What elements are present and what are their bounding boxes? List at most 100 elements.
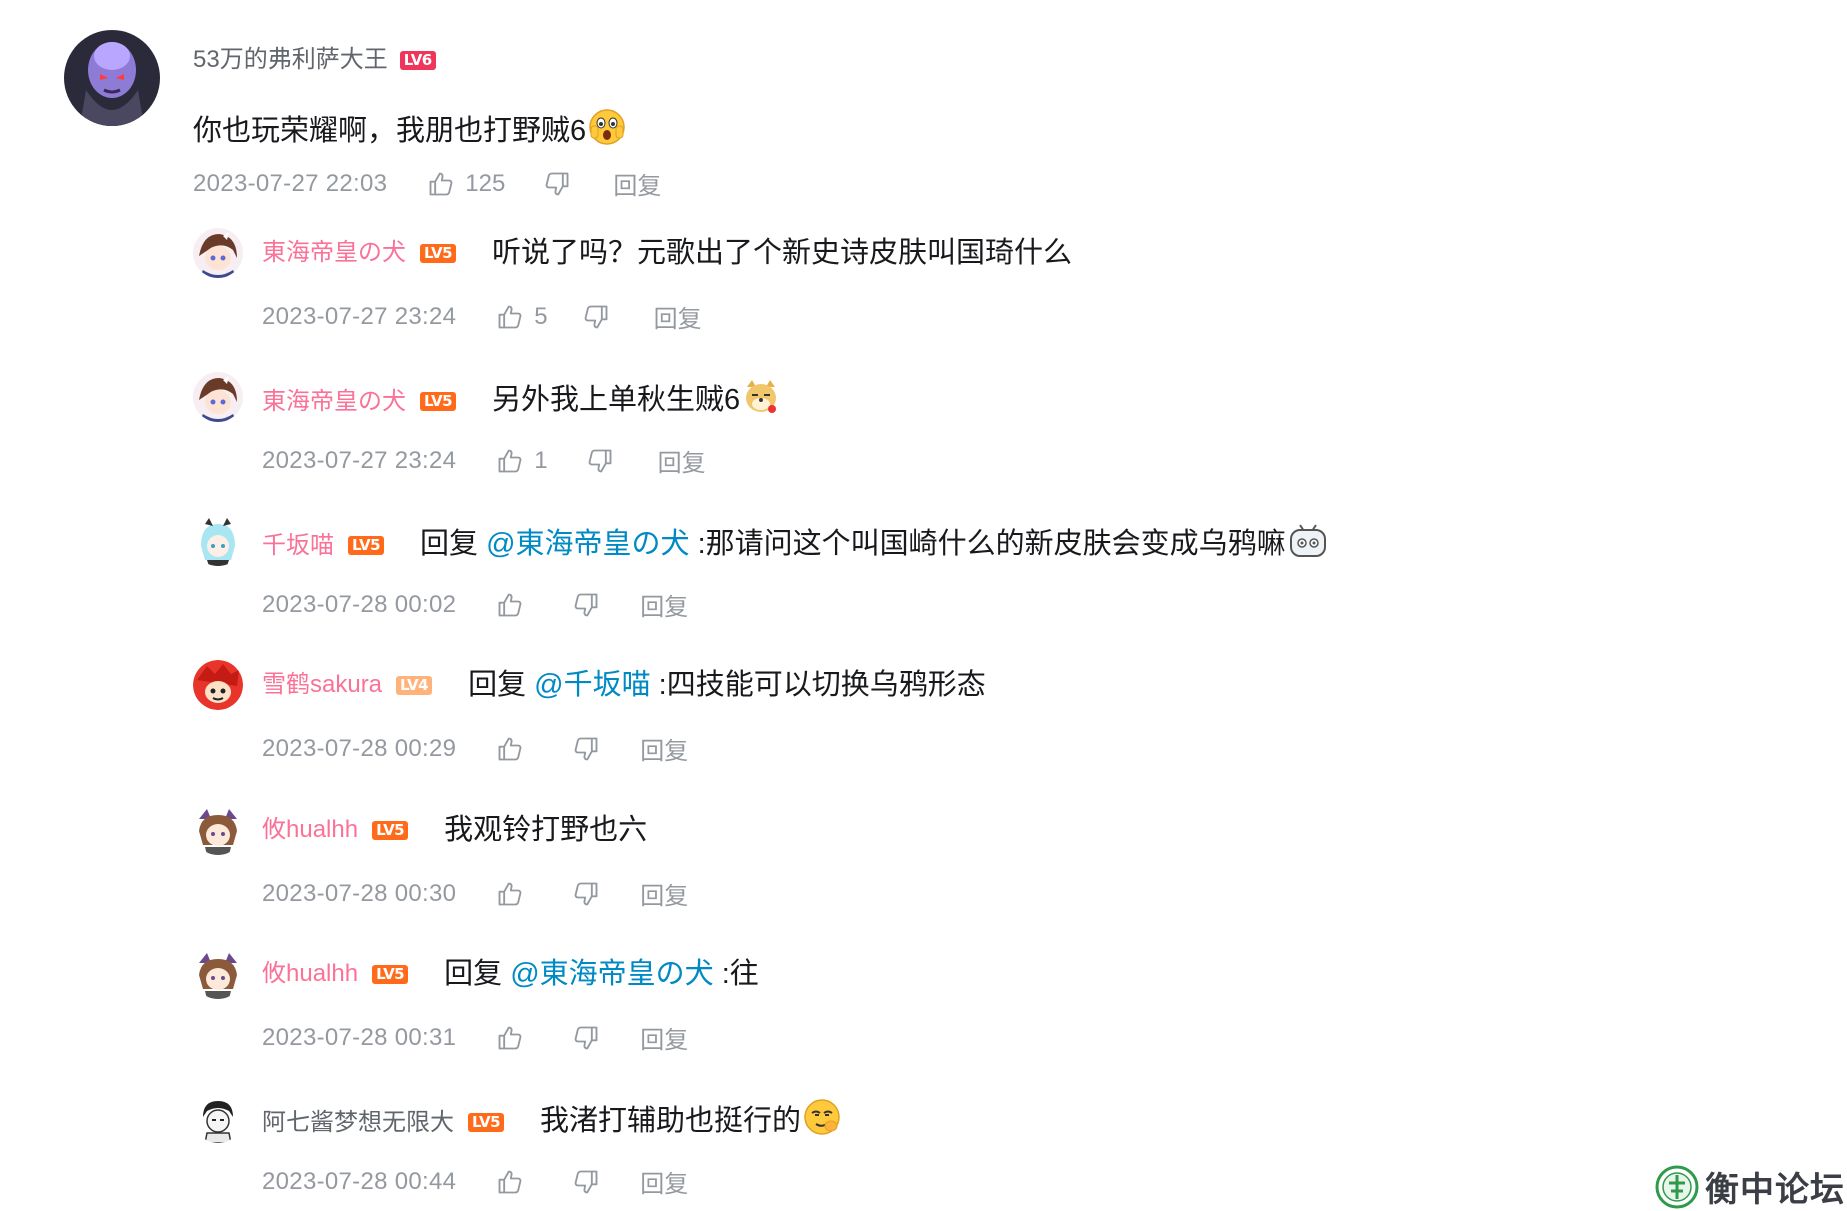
reply-info: 2023-07-28 00:44 回复 bbox=[262, 1164, 688, 1199]
reply-content: 我观铃打野也六 bbox=[444, 814, 648, 846]
like-button[interactable] bbox=[496, 591, 534, 619]
reply-text: 听说了吗？元歌出了个新史诗皮肤叫国琦什么 bbox=[492, 233, 1072, 273]
thumbs-down-icon bbox=[543, 170, 571, 198]
reply-button[interactable]: 回复 bbox=[640, 1020, 688, 1055]
mention-link[interactable]: @東海帝皇の犬 bbox=[510, 958, 713, 990]
comment-time: 2023-07-28 00:02 bbox=[262, 590, 457, 618]
reply-button[interactable]: 回复 bbox=[654, 299, 702, 334]
level-badge: LV5 bbox=[372, 964, 409, 984]
level-badge: LV4 bbox=[396, 675, 433, 695]
reply-avatar[interactable] bbox=[193, 372, 243, 422]
reply-button[interactable]: 回复 bbox=[613, 166, 661, 201]
reply-item: 東海帝皇の犬 LV5 另外我上单秋生贼6 bbox=[262, 377, 780, 426]
thumbs-up-icon bbox=[496, 1168, 524, 1196]
reply-button[interactable]: 回复 bbox=[640, 1164, 688, 1199]
watermark-text: 衡中论坛 bbox=[1705, 1171, 1845, 1209]
reply-button[interactable]: 回复 bbox=[658, 443, 706, 478]
mention-link[interactable]: @千坂喵 bbox=[534, 669, 650, 701]
forum-watermark: 衡中论坛 bbox=[1655, 1162, 1845, 1211]
reply-content: 我渚打辅助也挺行的 bbox=[540, 1105, 802, 1137]
like-button[interactable] bbox=[496, 880, 534, 908]
reply-username[interactable]: 阿七酱梦想无限大 bbox=[262, 1109, 454, 1137]
thumbs-up-icon bbox=[427, 170, 455, 198]
shocked-emoji-icon bbox=[588, 108, 626, 157]
dislike-button[interactable] bbox=[572, 591, 600, 619]
reply-avatar[interactable] bbox=[193, 228, 243, 278]
main-comment-info: 2023-07-27 22:03 125 回复 bbox=[193, 166, 661, 201]
main-comment-avatar[interactable] bbox=[64, 30, 160, 126]
reply-username[interactable]: 攸hualhh bbox=[262, 960, 358, 988]
reply-text: 另外我上单秋生贼6 bbox=[492, 377, 780, 426]
reply-avatar[interactable] bbox=[193, 660, 243, 710]
thumbs-down-icon bbox=[572, 1024, 600, 1052]
level-badge: LV6 bbox=[399, 50, 436, 70]
main-comment-username[interactable]: 53万的弗利萨大王 bbox=[193, 46, 388, 74]
comment-time: 2023-07-28 00:31 bbox=[262, 1023, 457, 1051]
reply-info: 2023-07-27 23:24 5 回复 bbox=[262, 299, 702, 334]
comment-time: 2023-07-27 22:03 bbox=[193, 169, 388, 197]
smug-emoji-icon bbox=[803, 1098, 841, 1147]
dislike-button[interactable] bbox=[543, 170, 571, 198]
reply-username[interactable]: 千坂喵 bbox=[262, 532, 334, 560]
level-badge: LV5 bbox=[420, 392, 457, 411]
like-count: 5 bbox=[534, 302, 548, 330]
doge-emoji-icon bbox=[742, 377, 780, 426]
reply-info: 2023-07-28 00:30 回复 bbox=[262, 876, 688, 911]
dislike-button[interactable] bbox=[582, 303, 610, 331]
reply-username[interactable]: 攸hualhh bbox=[262, 816, 358, 844]
reply-username[interactable]: 雪鹤sakura bbox=[262, 671, 382, 699]
thumbs-down-icon bbox=[572, 735, 600, 763]
reply-item: 攸hualhh LV5 回复 @東海帝皇の犬 :往 bbox=[262, 954, 759, 994]
thumbs-up-icon bbox=[496, 1024, 524, 1052]
reply-content: :四技能可以切换乌鸦形态 bbox=[650, 669, 986, 701]
reply-avatar[interactable] bbox=[193, 516, 243, 566]
like-button[interactable] bbox=[496, 1024, 534, 1052]
comment-time: 2023-07-27 23:24 bbox=[262, 302, 457, 330]
reply-button[interactable]: 回复 bbox=[640, 587, 688, 622]
like-button[interactable] bbox=[496, 735, 534, 763]
dislike-button[interactable] bbox=[572, 880, 600, 908]
reply-text: 回复 @千坂喵 :四技能可以切换乌鸦形态 bbox=[468, 665, 986, 705]
reply-username[interactable]: 東海帝皇の犬 bbox=[262, 239, 406, 267]
reply-text: 我渚打辅助也挺行的 bbox=[540, 1098, 841, 1147]
thumbs-down-icon bbox=[582, 303, 610, 331]
reply-text: 回复 @東海帝皇の犬 :那请问这个叫国崎什么的新皮肤会变成乌鸦嘛 bbox=[420, 521, 1328, 570]
main-comment-text: 你也玩荣耀啊，我朋也打野贼6 bbox=[193, 108, 626, 157]
reply-prefix: 回复 bbox=[444, 958, 511, 990]
like-count: 1 bbox=[534, 446, 548, 474]
dislike-button[interactable] bbox=[572, 1024, 600, 1052]
thumbs-up-icon bbox=[496, 303, 524, 331]
reply-item: 千坂喵 LV5 回复 @東海帝皇の犬 :那请问这个叫国崎什么的新皮肤会变成乌鸦嘛 bbox=[262, 521, 1328, 570]
reply-prefix: 回复 bbox=[468, 669, 535, 701]
mention-link[interactable]: @東海帝皇の犬 bbox=[486, 528, 689, 560]
reply-text: 我观铃打野也六 bbox=[444, 810, 647, 850]
like-button[interactable]: 1 bbox=[496, 446, 548, 475]
dislike-button[interactable] bbox=[586, 447, 614, 475]
forum-logo-icon bbox=[1655, 1165, 1699, 1209]
level-badge: LV5 bbox=[348, 536, 385, 555]
reply-content: 听说了吗？元歌出了个新史诗皮肤叫国琦什么 bbox=[492, 237, 1073, 269]
reply-avatar[interactable] bbox=[193, 1093, 243, 1143]
reply-info: 2023-07-28 00:29 回复 bbox=[262, 731, 688, 766]
level-badge: LV5 bbox=[420, 243, 457, 263]
thumbs-down-icon bbox=[586, 447, 614, 475]
thumbs-up-icon bbox=[496, 591, 524, 619]
reply-avatar[interactable] bbox=[193, 805, 243, 855]
reply-info: 2023-07-28 00:02 回复 bbox=[262, 587, 688, 622]
like-button[interactable]: 125 bbox=[427, 170, 505, 198]
like-count: 125 bbox=[465, 169, 506, 197]
thumbs-down-icon bbox=[572, 880, 600, 908]
reply-button[interactable]: 回复 bbox=[640, 876, 688, 911]
reply-username[interactable]: 東海帝皇の犬 bbox=[262, 388, 406, 416]
dislike-button[interactable] bbox=[572, 1168, 600, 1196]
reply-button[interactable]: 回复 bbox=[640, 731, 688, 766]
like-button[interactable]: 5 bbox=[496, 302, 548, 331]
dislike-button[interactable] bbox=[572, 735, 600, 763]
reply-avatar[interactable] bbox=[193, 949, 243, 999]
reply-content: 另外我上单秋生贼6 bbox=[492, 384, 741, 416]
thumbs-up-icon bbox=[496, 735, 524, 763]
thumbs-down-icon bbox=[572, 591, 600, 619]
main-comment-content: 你也玩荣耀啊，我朋也打野贼6 bbox=[193, 115, 587, 147]
like-button[interactable] bbox=[496, 1168, 534, 1196]
comment-time: 2023-07-27 23:24 bbox=[262, 446, 457, 474]
